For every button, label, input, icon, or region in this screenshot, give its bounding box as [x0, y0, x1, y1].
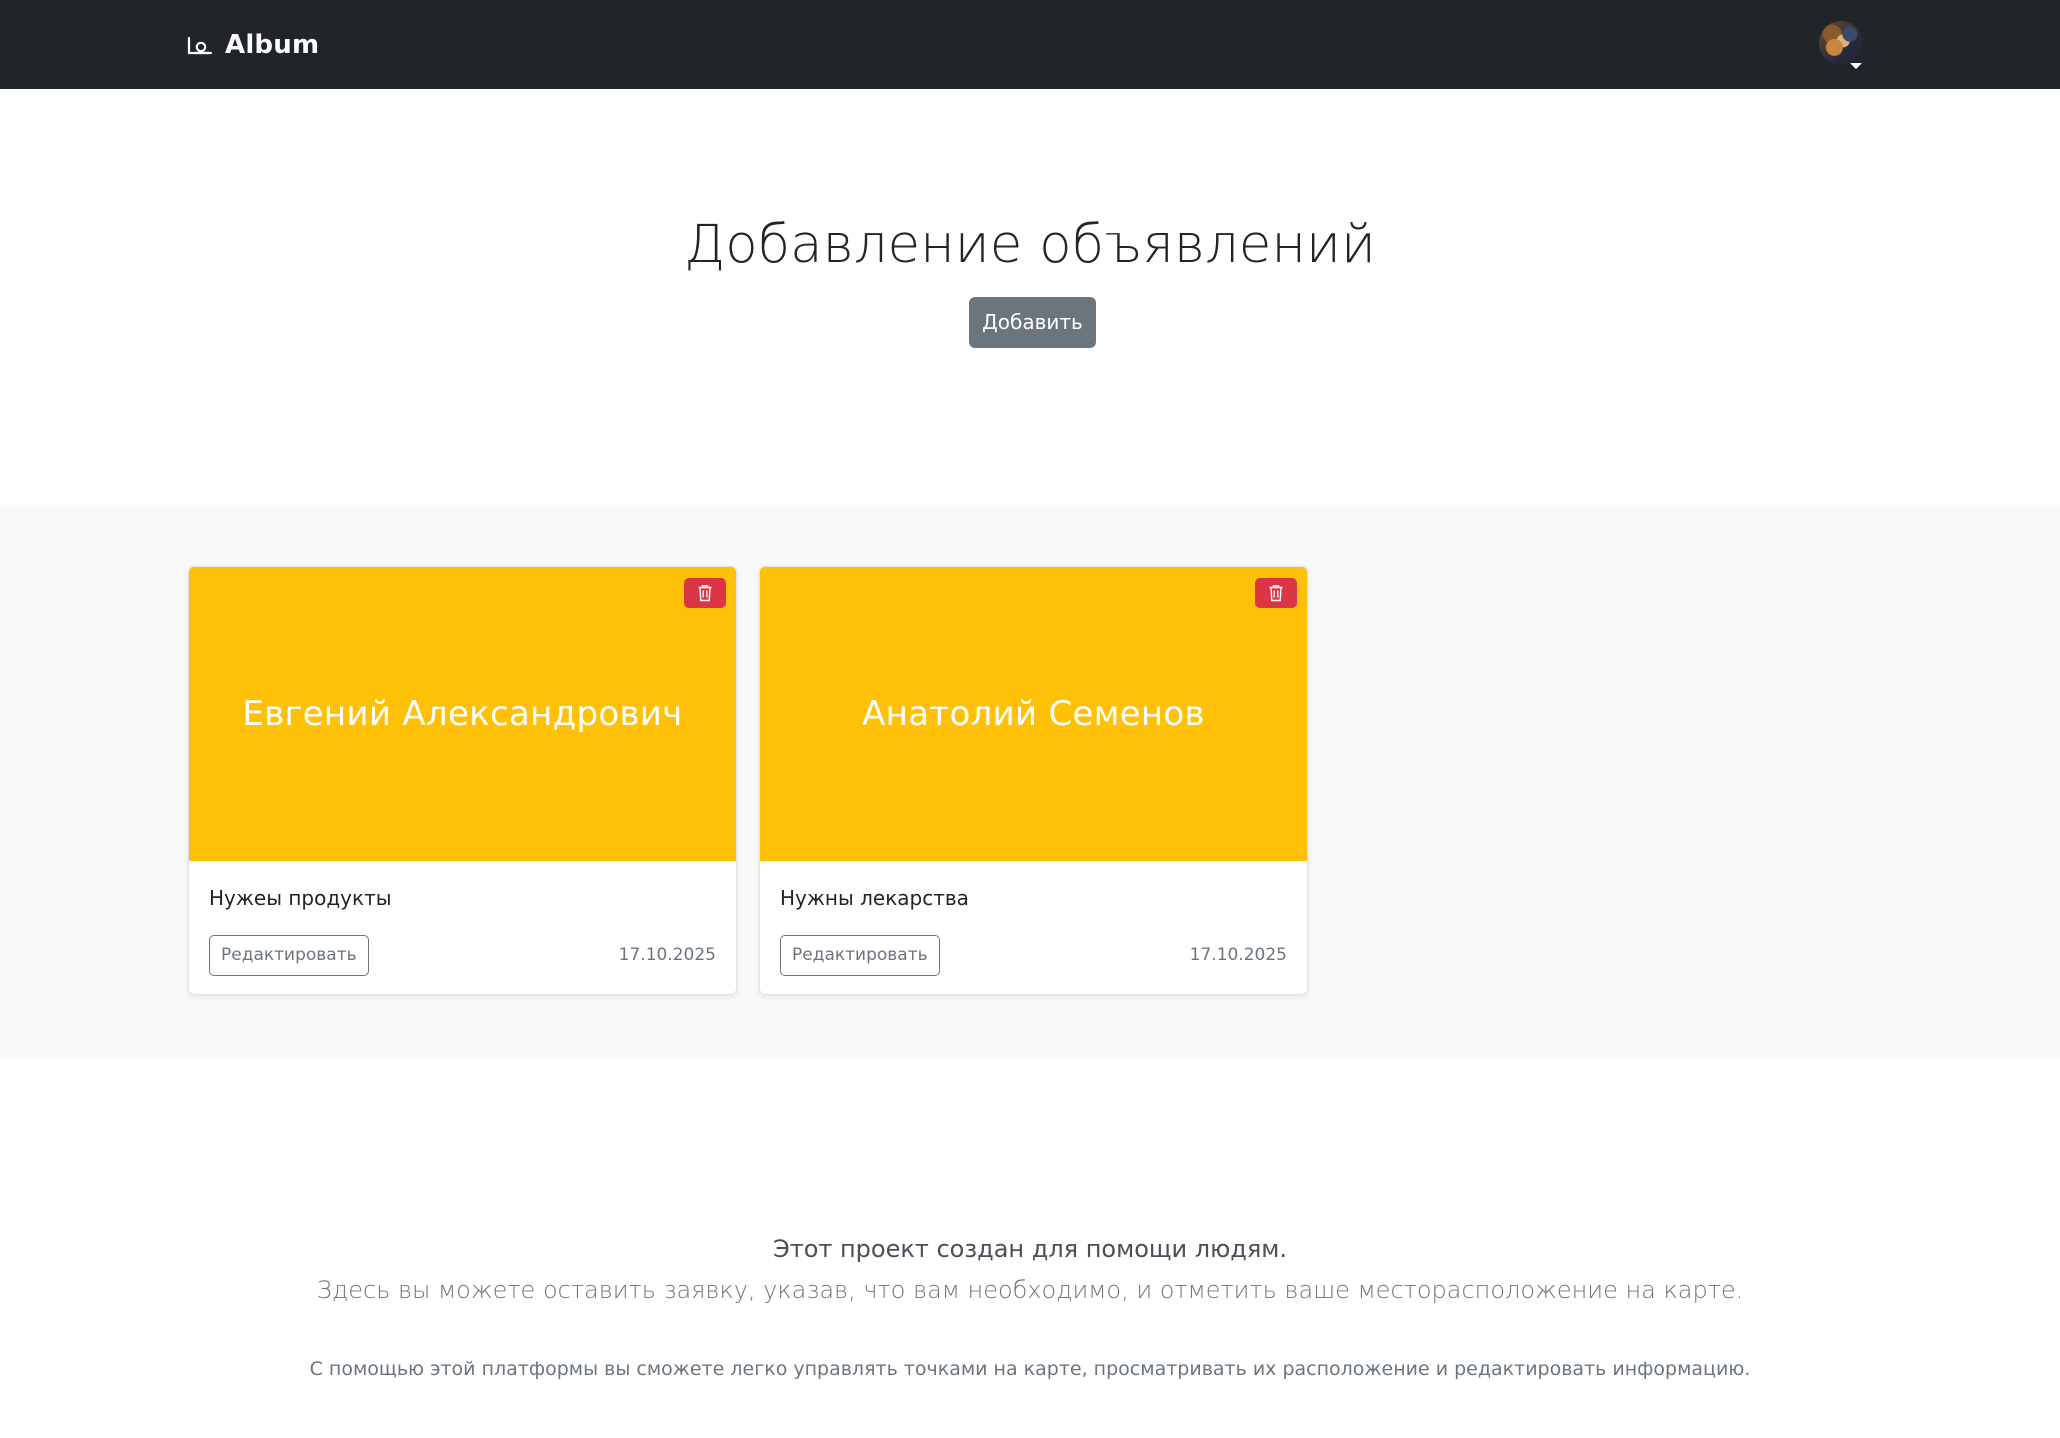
card-date: 17.10.2025: [618, 945, 716, 965]
navbar: Album: [0, 0, 2060, 89]
delete-button[interactable]: [1255, 578, 1297, 608]
card-text: Нужны лекарства: [780, 886, 969, 910]
page-title: Добавление объявлений: [684, 214, 1376, 275]
brand-title: Album: [225, 30, 320, 60]
brand-link[interactable]: Album: [187, 26, 319, 64]
card-image: Евгений Александрович: [189, 567, 736, 861]
card-text: Нужеы продукты: [209, 886, 392, 910]
about-note: С помощью этой платформы вы сможете легк…: [309, 1358, 1751, 1380]
ad-card: Евгений Александрович Нужеы продукты Ред…: [188, 566, 737, 995]
camera-icon: [187, 36, 213, 55]
trash-icon: [1269, 585, 1283, 602]
caret-down-icon: [1850, 63, 1862, 69]
about-lead: Этот проект создан для помощи людям.: [772, 1235, 1288, 1263]
card-image-text: Евгений Александрович: [242, 694, 683, 734]
edit-button[interactable]: Редактировать: [209, 935, 369, 976]
album-section: Евгений Александрович Нужеы продукты Ред…: [0, 505, 2060, 1058]
add-button[interactable]: Добавить: [969, 297, 1096, 348]
edit-button[interactable]: Редактировать: [780, 935, 940, 976]
ad-card: Анатолий Семенов Нужны лекарства Редакти…: [759, 566, 1308, 995]
card-date: 17.10.2025: [1189, 945, 1287, 965]
card-image: Анатолий Семенов: [760, 567, 1307, 861]
about-description: Здесь вы можете оставить заявку, указав,…: [316, 1276, 1744, 1304]
user-avatar: [1819, 21, 1863, 65]
user-menu-toggle[interactable]: [1819, 21, 1865, 69]
delete-button[interactable]: [684, 578, 726, 608]
card-image-text: Анатолий Семенов: [862, 694, 1205, 734]
trash-icon: [698, 585, 712, 602]
